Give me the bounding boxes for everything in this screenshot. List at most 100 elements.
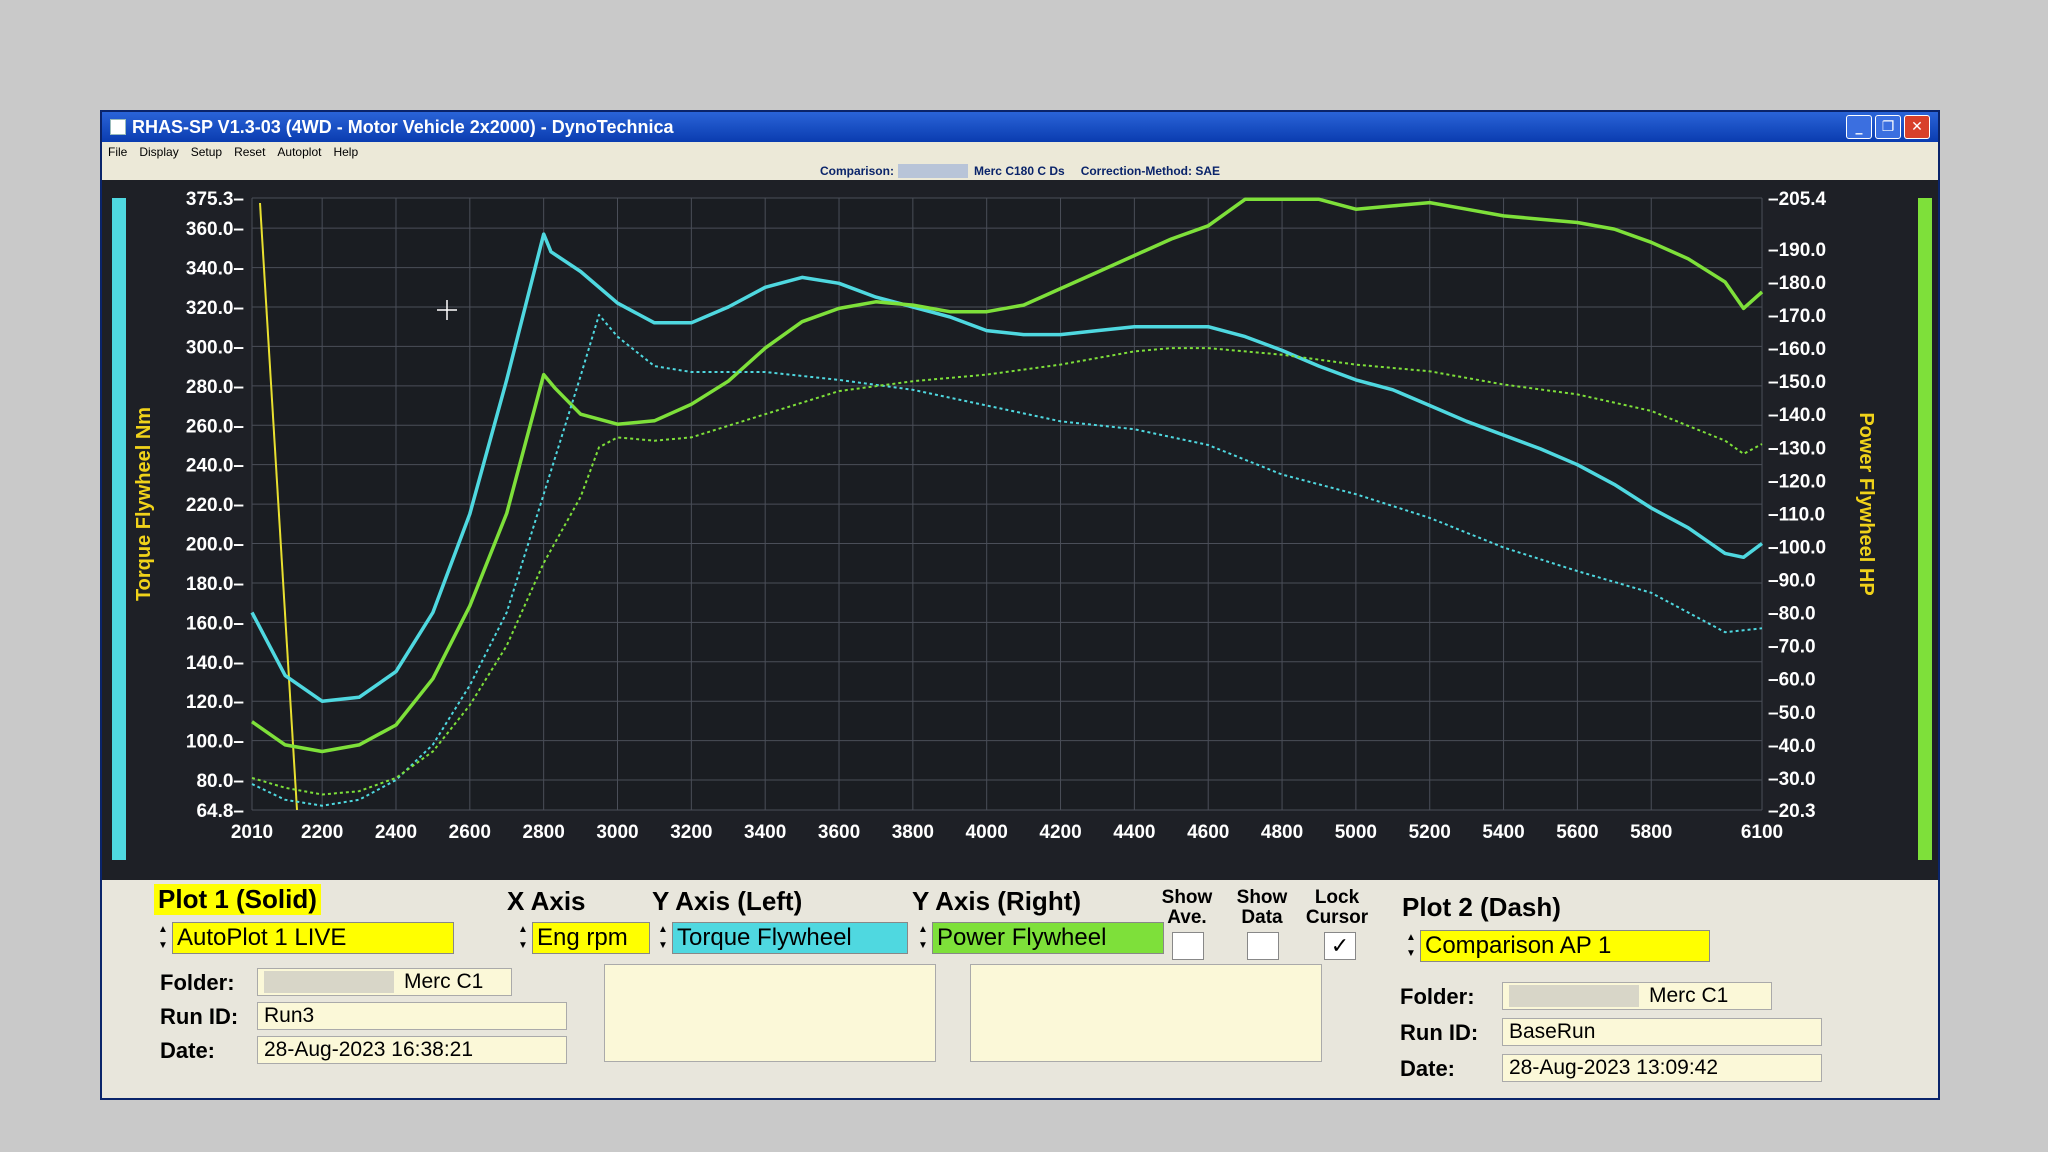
y-right-tick-label: –150.0 [1768,372,1826,393]
y-left-spin[interactable]: ▲ ▼ [654,922,672,954]
spin-up-icon[interactable]: ▲ [914,922,932,938]
y-left-tick-label: 280.0– [186,377,244,398]
y-axis-left-selector[interactable]: ▲ ▼ Torque Flywheel [654,922,908,954]
y-right-spin[interactable]: ▲ ▼ [914,922,932,954]
plot2-selector[interactable]: ▲ ▼ Comparison AP 1 [1402,930,1710,962]
show-ave-checkbox[interactable] [1172,932,1204,960]
y-left-tick-label: 100.0– [186,732,244,753]
y-axis-right-select[interactable]: Power Flywheel [932,922,1164,954]
spin-down-icon[interactable]: ▼ [914,938,932,954]
plot2-select[interactable]: Comparison AP 1 [1420,930,1710,962]
left-accent-strip [112,198,126,860]
spin-up-icon[interactable]: ▲ [154,922,172,938]
y-left-tick-label: 220.0– [186,495,244,516]
y-left-tick-label: 200.0– [186,535,244,556]
menu-autoplot[interactable]: Autoplot [277,145,321,159]
menu-setup[interactable]: Setup [191,145,222,159]
spin-up-icon[interactable]: ▲ [1402,930,1420,946]
plot2-runid-field[interactable]: BaseRun [1502,1018,1822,1046]
y-right-tick-label: –140.0 [1768,405,1826,426]
menu-file[interactable]: File [108,145,127,159]
plot2-date-field[interactable]: 28-Aug-2023 13:09:42 [1502,1054,1822,1082]
y-left-tick-label: 140.0– [186,653,244,674]
spin-down-icon[interactable]: ▼ [654,938,672,954]
x-axis-select[interactable]: Eng rpm [532,922,650,954]
menu-display[interactable]: Display [139,145,178,159]
y-right-tick-label: –190.0 [1768,240,1826,261]
plot1-select[interactable]: AutoPlot 1 LIVE [172,922,454,954]
plot2-folder-value: Merc C1 [1649,984,1729,1007]
y-right-tick-label: –30.0 [1768,769,1816,790]
y-left-tick-label: 360.0– [186,219,244,240]
x-axis-header: X Axis [507,886,586,916]
dyno-window: RHAS-SP V1.3-03 (4WD - Motor Vehicle 2x2… [100,110,1940,1100]
x-tick-label: 4400 [1113,822,1155,843]
plot2-runid-label: Run ID: [1400,1020,1479,1045]
y-left-tick-label: 120.0– [186,692,244,713]
x-tick-label: 5400 [1482,822,1524,843]
y-right-tick-label: –20.3 [1768,801,1816,822]
spin-down-icon[interactable]: ▼ [514,938,532,954]
plot2-date-label: Date: [1400,1056,1456,1081]
y-left-tick-label: 375.3– [186,189,244,210]
dyno-chart[interactable]: 2010 2200 2400 2600 2800 3000 3200 3400 3600 3800… [102,180,1938,880]
y-left-tick-label: 240.0– [186,456,244,477]
maximize-button[interactable]: ❐ [1875,115,1901,139]
plot1-header: Plot 1 (Solid) [154,884,321,915]
folder-redacted [264,971,394,993]
y-right-tick-label: –120.0 [1768,471,1826,492]
plot2-header: Plot 2 (Dash) [1402,892,1561,922]
y-right-tick-label: –180.0 [1768,273,1826,294]
y-right-tick-label: –170.0 [1768,306,1826,327]
spin-up-icon[interactable]: ▲ [514,922,532,938]
close-button[interactable]: ✕ [1904,115,1930,139]
y-right-tick-label: –160.0 [1768,339,1826,360]
y-right-tick-label: –40.0 [1768,736,1816,757]
title-bar[interactable]: RHAS-SP V1.3-03 (4WD - Motor Vehicle 2x2… [102,112,1938,142]
y-left-axis-title: Torque Flywheel Nm [133,407,155,601]
plot1-date-label: Date: [160,1038,216,1063]
y-axis-right-header: Y Axis (Right) [912,886,1082,916]
spin-up-icon[interactable]: ▲ [654,922,672,938]
y-right-tick-label: –90.0 [1768,571,1816,592]
y-right-info-box [970,964,1322,1062]
y-axis-right-selector[interactable]: ▲ ▼ Power Flywheel [914,922,1164,954]
comparison-value: Merc C180 C Ds [973,164,1065,178]
minimize-button[interactable]: _ [1846,115,1872,139]
menu-bar: File Display Setup Reset Autoplot Help [102,142,1938,162]
plot2-folder-field[interactable]: Merc C1 [1502,982,1772,1010]
plot1-selector[interactable]: ▲ ▼ AutoPlot 1 LIVE [154,922,454,954]
x-tick-label: 3000 [596,822,638,843]
plot1-spin[interactable]: ▲ ▼ [154,922,172,954]
x-axis-spin[interactable]: ▲ ▼ [514,922,532,954]
plot1-runid-field[interactable]: Run3 [257,1002,567,1030]
y-right-tick-label: –130.0 [1768,438,1826,459]
info-bar: Comparison: Merc C180 C Ds Correction-Me… [102,162,1938,180]
x-axis-selector[interactable]: ▲ ▼ Eng rpm [514,922,650,954]
plot1-folder-field[interactable]: Merc C1 [257,968,512,996]
x-tick-label: 4600 [1187,822,1229,843]
plot2-spin[interactable]: ▲ ▼ [1402,930,1420,962]
y-left-tick-label: 160.0– [186,613,244,634]
correction-method: Correction-Method: SAE [1080,164,1221,178]
x-tick-label: 5200 [1409,822,1451,843]
plot1-date-field[interactable]: 28-Aug-2023 16:38:21 [257,1036,567,1064]
app-icon [110,119,126,135]
spin-down-icon[interactable]: ▼ [1402,946,1420,962]
lock-cursor-checkbox[interactable]: ✓ [1324,932,1356,960]
y-right-tick-label: –110.0 [1768,504,1825,525]
y-axis-left-select[interactable]: Torque Flywheel [672,922,908,954]
menu-reset[interactable]: Reset [234,145,265,159]
plot-control-panel: Plot 1 (Solid) X Axis Y Axis (Left) Y Ax… [102,880,1938,1098]
show-data-checkbox[interactable] [1247,932,1279,960]
spin-down-icon[interactable]: ▼ [154,938,172,954]
y-right-tick-label: –60.0 [1768,670,1816,691]
x-tick-label: 2600 [449,822,491,843]
y-left-info-box [604,964,936,1062]
x-tick-label: 3400 [744,822,786,843]
x-tick-label: 3200 [670,822,712,843]
x-tick-label: 3600 [818,822,860,843]
x-tick-label: 2200 [301,822,343,843]
menu-help[interactable]: Help [333,145,358,159]
x-tick-label: 4800 [1261,822,1303,843]
